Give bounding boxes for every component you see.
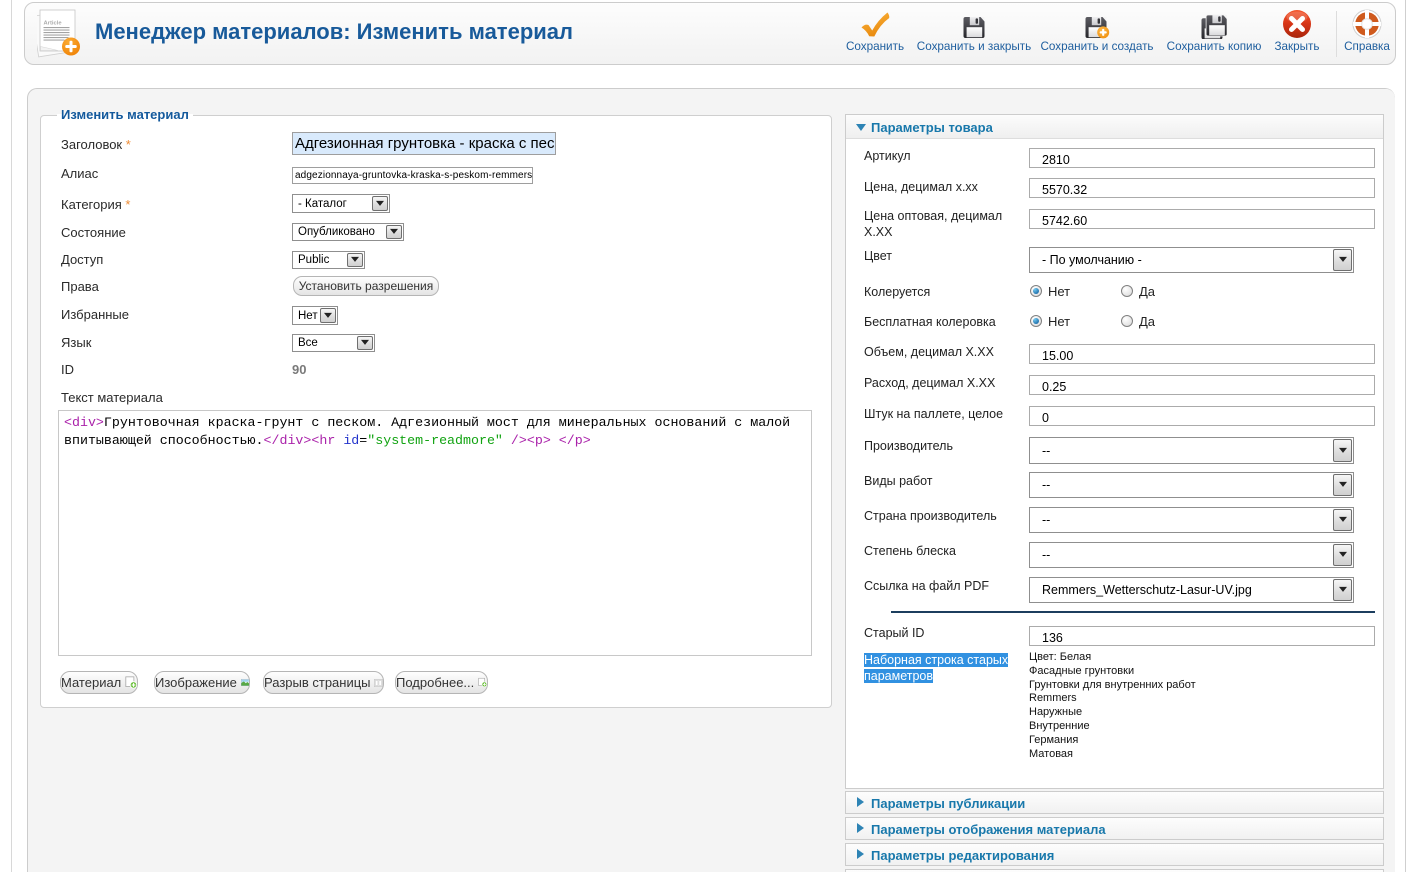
svg-text:Article: Article <box>44 21 63 27</box>
